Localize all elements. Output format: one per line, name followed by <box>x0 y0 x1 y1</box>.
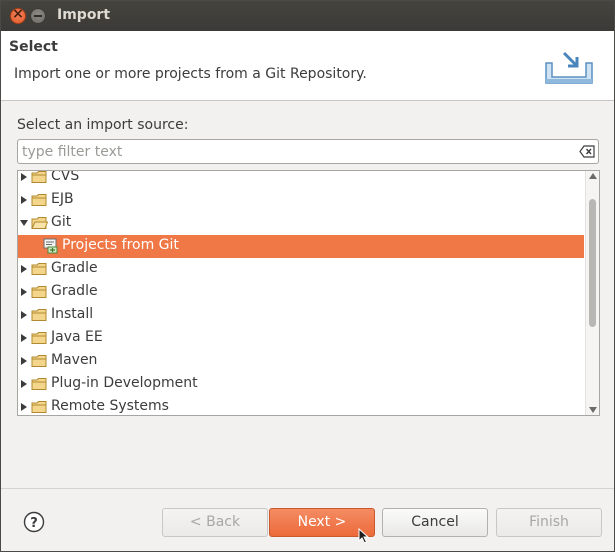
collapsed-arrow-icon[interactable] <box>19 402 29 412</box>
folder-icon <box>31 194 47 206</box>
tree-item-projects-from-git[interactable]: Projects from Git <box>18 235 584 258</box>
folder-icon <box>31 309 47 321</box>
filter-input[interactable] <box>20 142 570 161</box>
folder-icon <box>31 332 47 344</box>
tree-item-label: Java EE <box>51 329 103 345</box>
collapsed-arrow-icon[interactable] <box>19 333 29 343</box>
tree-item-plug-in-development[interactable]: Plug-in Development <box>18 373 584 396</box>
folder-icon <box>31 401 47 413</box>
collapsed-arrow-icon[interactable] <box>19 310 29 320</box>
filter-field[interactable] <box>17 139 599 164</box>
import-source-label: Select an import source: <box>17 117 189 133</box>
tree-item-ejb[interactable]: EJB <box>18 189 584 212</box>
footer-separator <box>1 488 614 489</box>
tree-item-remote-systems[interactable]: Remote Systems <box>18 396 584 415</box>
tree-item-label: CVS <box>51 170 80 184</box>
scroll-up-arrow-icon[interactable] <box>589 173 597 179</box>
tree-item-maven[interactable]: Maven <box>18 350 584 373</box>
tree-item-java-ee[interactable]: Java EE <box>18 327 584 350</box>
folder-icon <box>31 263 47 275</box>
collapsed-arrow-icon[interactable] <box>19 264 29 274</box>
import-wizard-icon <box>545 51 593 84</box>
minimize-window-button[interactable] <box>30 8 46 24</box>
tree-item-label: Plug-in Development <box>51 375 198 391</box>
folder-icon <box>31 355 47 367</box>
tree-scrollbar[interactable] <box>585 171 599 415</box>
tree-item-label: Install <box>51 306 94 322</box>
back-button[interactable]: < Back <box>162 508 268 537</box>
scroll-down-arrow-icon[interactable] <box>589 407 597 413</box>
collapsed-arrow-icon[interactable] <box>19 287 29 297</box>
cancel-button[interactable]: Cancel <box>382 508 488 537</box>
folder-icon <box>31 378 47 390</box>
expanded-arrow-icon[interactable] <box>19 218 29 228</box>
title-bar[interactable]: Import <box>1 1 614 31</box>
scroll-thumb[interactable] <box>589 199 596 327</box>
git-repository-icon <box>43 238 58 254</box>
finish-button[interactable]: Finish <box>496 508 602 537</box>
tree-item-install[interactable]: Install <box>18 304 584 327</box>
wizard-header: Select Import one or more projects from … <box>1 31 614 101</box>
collapsed-arrow-icon[interactable] <box>19 195 29 205</box>
import-dialog: Import Select Import one or more project… <box>0 0 615 552</box>
collapsed-arrow-icon[interactable] <box>19 172 29 182</box>
clear-filter-icon[interactable] <box>579 145 595 158</box>
tree-item-gradle-2[interactable]: Gradle <box>18 281 584 304</box>
open-folder-icon <box>31 217 48 229</box>
mouse-pointer-icon <box>358 528 370 544</box>
window-title: Import <box>57 7 111 23</box>
tree-item-gradle-1[interactable]: Gradle <box>18 258 584 281</box>
tree-item-cvs[interactable]: CVS <box>18 170 584 189</box>
folder-icon <box>31 286 47 298</box>
collapsed-arrow-icon[interactable] <box>19 356 29 366</box>
tree-item-label: Git <box>51 214 72 230</box>
tree-item-label: Gradle <box>51 283 98 299</box>
tree-item-git[interactable]: Git <box>18 212 584 235</box>
tree-item-label: Gradle <box>51 260 98 276</box>
help-icon[interactable]: ? <box>23 511 45 533</box>
page-description: Import one or more projects from a Git R… <box>14 66 367 82</box>
tree-item-label: Maven <box>51 352 98 368</box>
folder-icon <box>31 171 47 183</box>
page-title: Select <box>9 39 58 55</box>
close-window-button[interactable] <box>10 6 26 24</box>
svg-text:?: ? <box>30 516 38 531</box>
collapsed-arrow-icon[interactable] <box>19 379 29 389</box>
tree-item-label: Projects from Git <box>62 237 179 253</box>
tree-item-label: EJB <box>51 191 74 207</box>
import-source-tree[interactable]: CVS EJB Git Projects from Git Gradle Gra… <box>17 170 600 416</box>
tree-item-label: Remote Systems <box>51 398 169 414</box>
